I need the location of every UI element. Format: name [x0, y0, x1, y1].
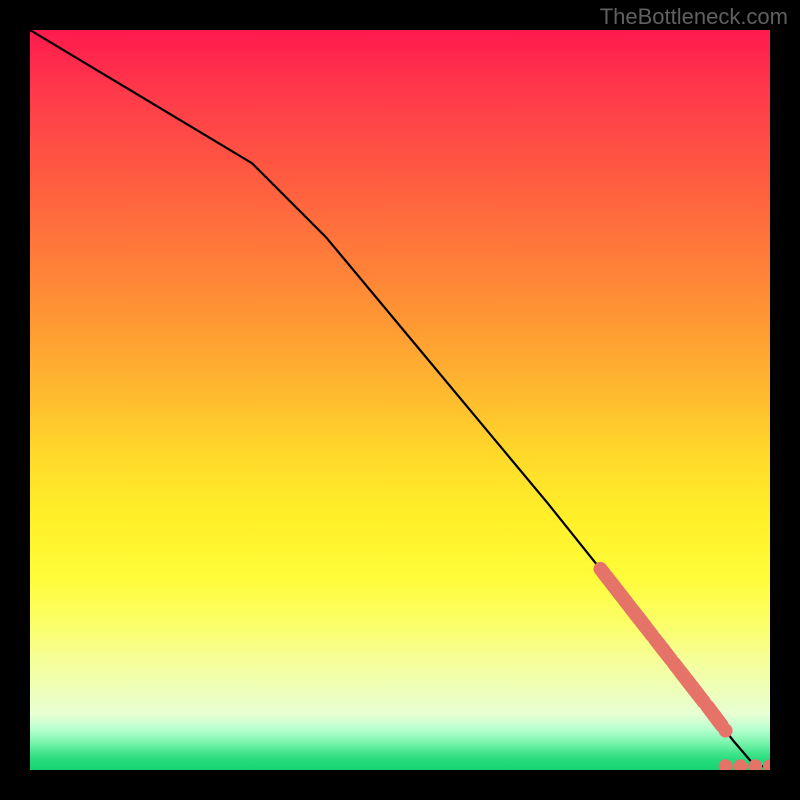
dash-dot	[763, 759, 770, 770]
dash-segment	[662, 648, 671, 659]
dash-dot	[719, 759, 733, 770]
dash-segment	[715, 716, 722, 726]
plot-area	[30, 30, 770, 770]
dash-dot	[733, 759, 747, 770]
watermark-text: TheBottleneck.com	[600, 4, 788, 30]
dotted-layer	[600, 569, 770, 770]
curve-svg	[30, 30, 770, 770]
frame: TheBottleneck.com	[0, 0, 800, 800]
main-curve	[30, 30, 770, 766]
curve-layer	[30, 30, 770, 766]
